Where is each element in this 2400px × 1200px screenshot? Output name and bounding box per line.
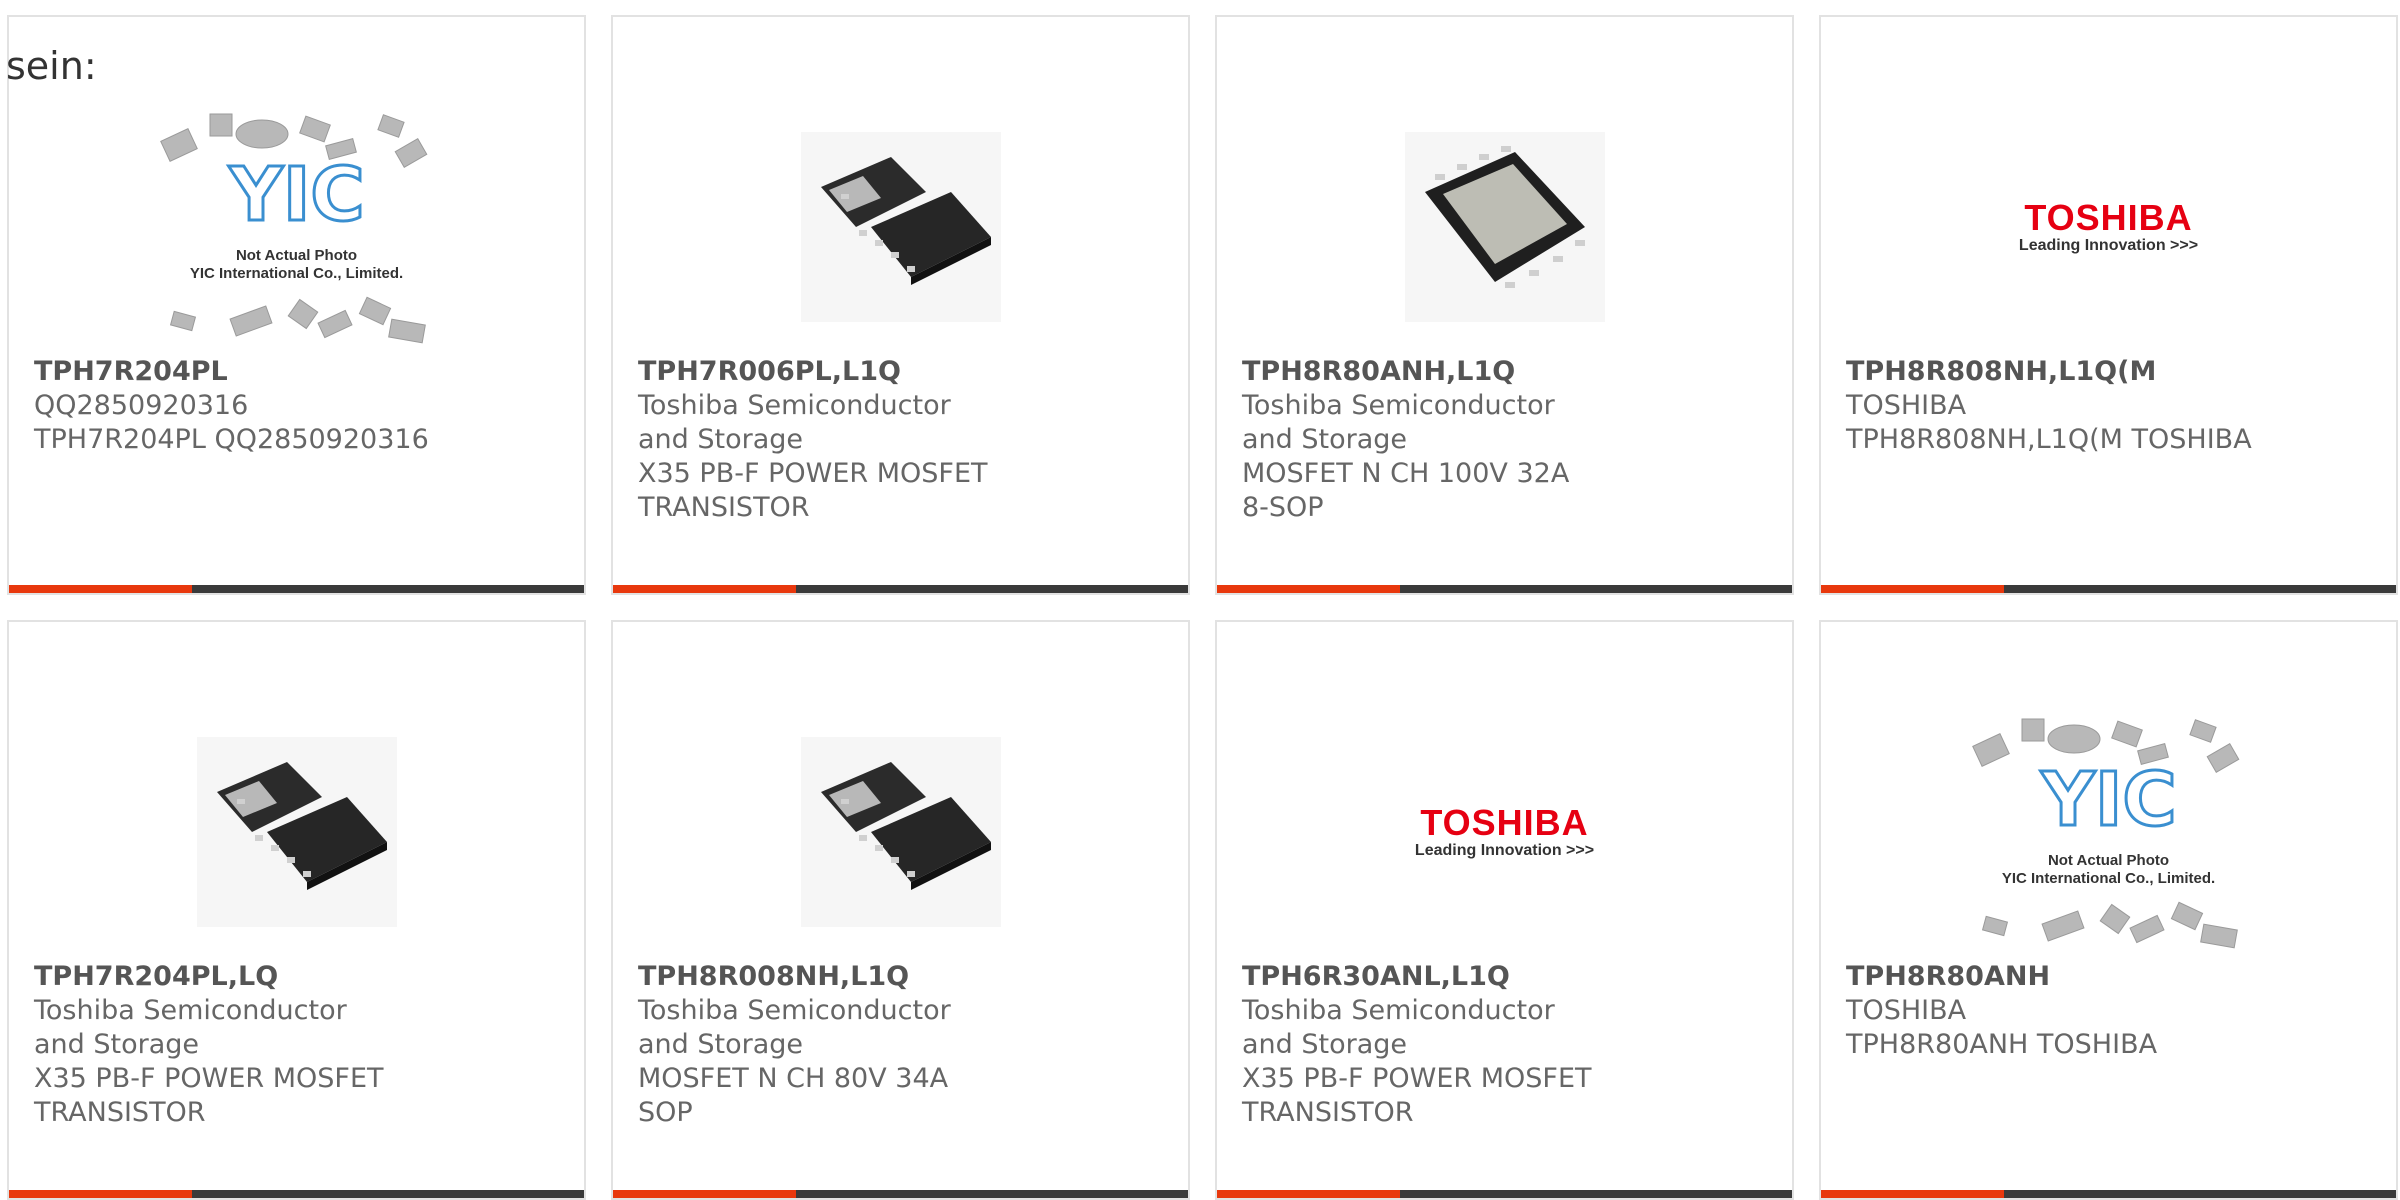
- part-number[interactable]: TPH8R80ANH: [1846, 960, 2371, 994]
- product-card[interactable]: YIC Not Actual Photo YIC International C…: [7, 15, 586, 595]
- toshiba-logo-brand: TOSHIBA: [2024, 197, 2193, 238]
- product-image[interactable]: [9, 697, 584, 967]
- card-bar-accent: [9, 1190, 192, 1198]
- card-line1: Toshiba Semiconductor and Storage: [638, 995, 951, 1060]
- card-bar-accent: [1217, 585, 1400, 593]
- card-line1: Toshiba Semiconductor and Storage: [638, 390, 951, 455]
- card-bar-accent: [613, 1190, 796, 1198]
- card-bottom-bar: [1217, 1190, 1792, 1198]
- product-image[interactable]: YIC: [9, 92, 584, 362]
- card-line2: X35 PB-F POWER MOSFET TRANSISTOR: [34, 1063, 384, 1128]
- card-line1: Toshiba Semiconductor and Storage: [34, 995, 347, 1060]
- product-card[interactable]: TPH8R80ANH,L1Q Toshiba Semiconductor and…: [1215, 15, 1794, 595]
- product-card[interactable]: TOSHIBA Leading Innovation >>> TPH8R808N…: [1819, 15, 2398, 595]
- mosfet-sop-package-image: [1404, 132, 1605, 322]
- yic-caption-line1: Not Actual Photo: [2047, 852, 2170, 869]
- yic-caption-line2: YIC International Co., Limited.: [189, 265, 404, 282]
- product-card[interactable]: YIC Not Actual Photo YIC International C…: [1819, 620, 2398, 1200]
- toshiba-logo-tagline: Leading Innovation >>>: [2018, 237, 2199, 254]
- card-line2: MOSFET N CH 80V 34A SOP: [638, 1063, 949, 1128]
- part-number[interactable]: TPH6R30ANL,L1Q: [1242, 960, 1767, 994]
- product-image[interactable]: [613, 697, 1188, 967]
- card-bottom-bar: [1821, 1190, 2396, 1198]
- card-bar-accent: [9, 585, 192, 593]
- card-line1: QQ2850920316: [34, 390, 249, 421]
- product-card[interactable]: TPH7R006PL,L1Q Toshiba Semiconductor and…: [611, 15, 1190, 595]
- card-line2: TPH7R204PL QQ2850920316: [34, 424, 429, 455]
- lead-text: sein:: [6, 44, 97, 88]
- toshiba-logo-brand: TOSHIBA: [1420, 802, 1589, 843]
- part-number[interactable]: TPH8R80ANH,L1Q: [1242, 355, 1767, 389]
- card-line2: MOSFET N CH 100V 32A 8-SOP: [1242, 458, 1570, 523]
- card-line2: TPH8R808NH,L1Q(M TOSHIBA: [1846, 424, 2252, 455]
- card-bottom-bar: [1821, 585, 2396, 593]
- product-image[interactable]: TOSHIBA Leading Innovation >>>: [1217, 697, 1792, 967]
- card-bottom-bar: [613, 1190, 1188, 1198]
- product-image[interactable]: [613, 92, 1188, 362]
- card-line2: X35 PB-F POWER MOSFET TRANSISTOR: [638, 458, 988, 523]
- yic-placeholder-image: YIC: [1971, 718, 2239, 949]
- card-bottom-bar: [1217, 585, 1792, 593]
- card-bottom-bar: [9, 585, 584, 593]
- card-bar-accent: [613, 585, 796, 593]
- part-number[interactable]: TPH8R808NH,L1Q(M: [1846, 355, 2371, 389]
- card-line1: TOSHIBA: [1846, 390, 1967, 421]
- card-line2: X35 PB-F POWER MOSFET TRANSISTOR: [1242, 1063, 1592, 1128]
- part-number[interactable]: TPH7R204PL,LQ: [34, 960, 559, 994]
- card-line1: Toshiba Semiconductor and Storage: [1242, 995, 1555, 1060]
- mosfet-dual-package-image: [800, 737, 1001, 927]
- card-bottom-bar: [9, 1190, 584, 1198]
- product-image[interactable]: YIC: [1821, 697, 2396, 967]
- toshiba-logo-tagline: Leading Innovation >>>: [1414, 842, 1595, 859]
- toshiba-logo: TOSHIBA Leading Innovation >>>: [1415, 804, 1594, 860]
- card-line2: TPH8R80ANH TOSHIBA: [1846, 1029, 2158, 1060]
- card-line1: Toshiba Semiconductor and Storage: [1242, 390, 1555, 455]
- product-image[interactable]: TOSHIBA Leading Innovation >>>: [1821, 92, 2396, 362]
- product-grid: YIC Not Actual Photo YIC International C…: [7, 15, 2398, 1200]
- svg-text:YIC: YIC: [228, 152, 364, 238]
- yic-caption-line2: YIC International Co., Limited.: [2001, 870, 2216, 887]
- card-line1: TOSHIBA: [1846, 995, 1967, 1026]
- product-card[interactable]: TOSHIBA Leading Innovation >>> TPH6R30AN…: [1215, 620, 1794, 1200]
- part-number[interactable]: TPH8R008NH,L1Q: [638, 960, 1163, 994]
- card-bar-accent: [1821, 585, 2004, 593]
- card-bar-accent: [1821, 1190, 2004, 1198]
- mosfet-dual-package-image: [196, 737, 397, 927]
- yic-caption-line1: Not Actual Photo: [235, 247, 358, 264]
- svg-text:YIC: YIC: [2040, 757, 2176, 843]
- product-card[interactable]: TPH7R204PL,LQ Toshiba Semiconductor and …: [7, 620, 586, 1200]
- card-bottom-bar: [613, 585, 1188, 593]
- card-bar-accent: [1217, 1190, 1400, 1198]
- product-card[interactable]: TPH8R008NH,L1Q Toshiba Semiconductor and…: [611, 620, 1190, 1200]
- mosfet-dual-package-image: [800, 132, 1001, 322]
- product-image[interactable]: [1217, 92, 1792, 362]
- part-number[interactable]: TPH7R204PL: [34, 355, 559, 389]
- part-number[interactable]: TPH7R006PL,L1Q: [638, 355, 1163, 389]
- toshiba-logo: TOSHIBA Leading Innovation >>>: [2019, 199, 2198, 255]
- yic-placeholder-image: YIC: [159, 113, 427, 344]
